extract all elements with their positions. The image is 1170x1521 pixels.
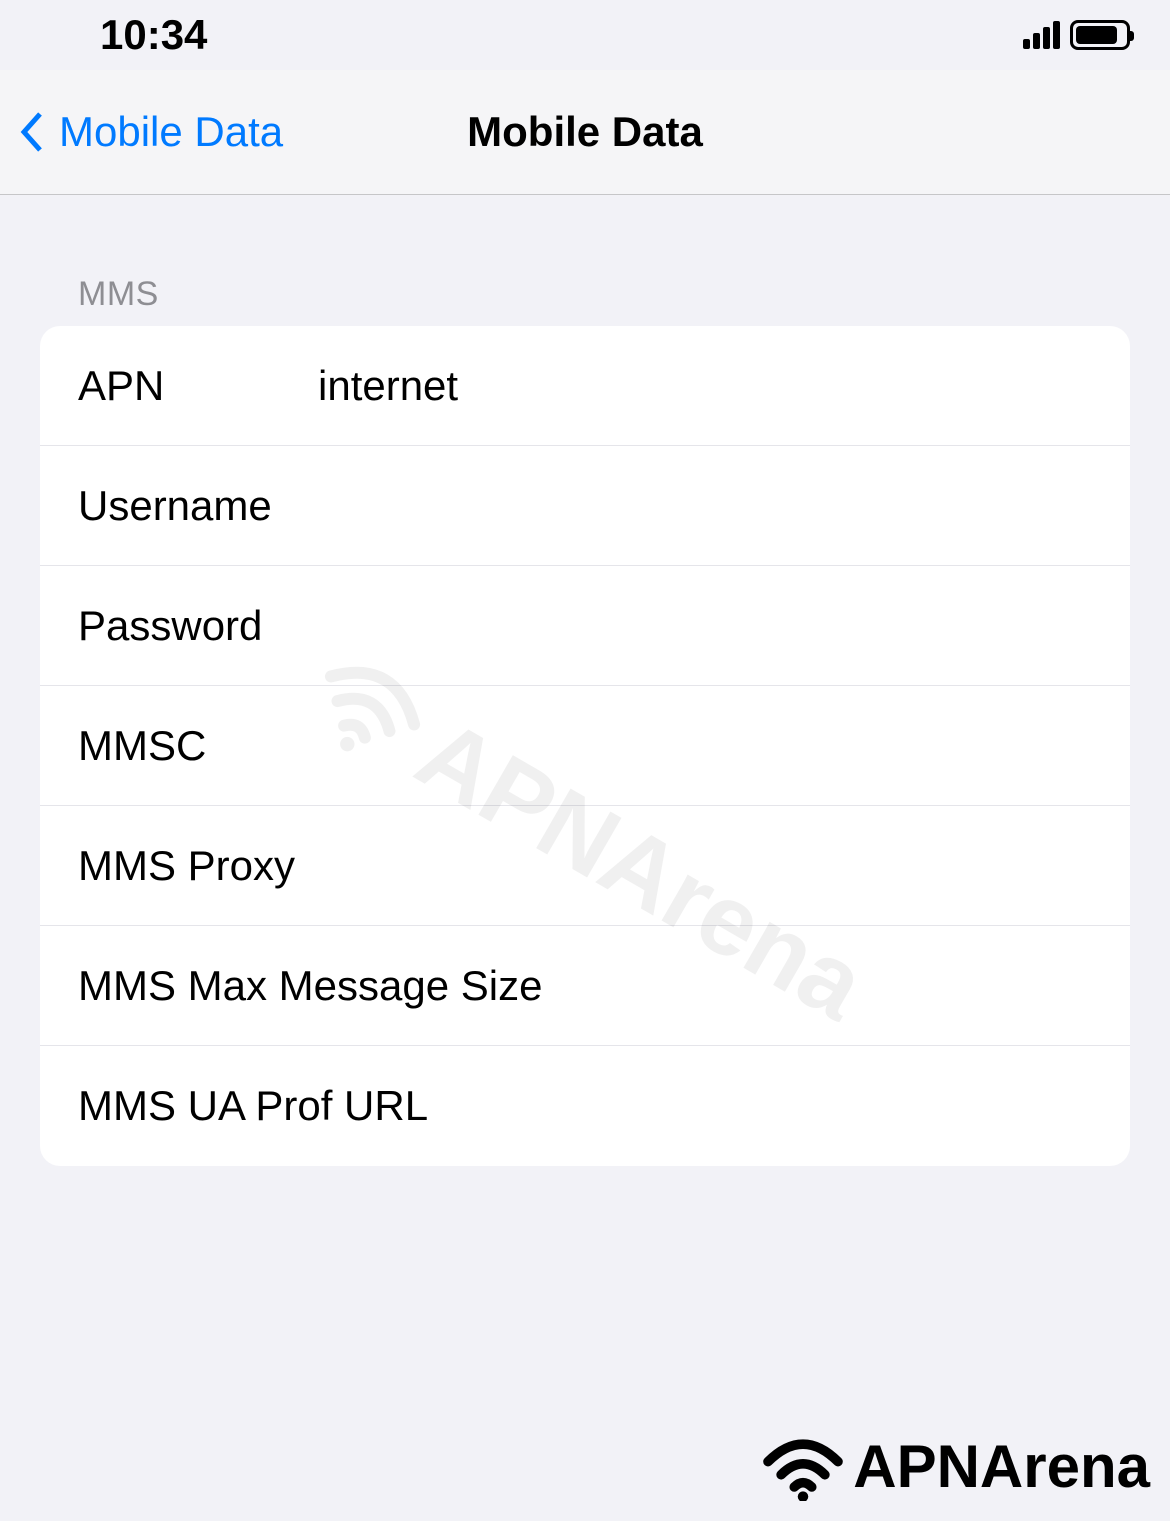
back-button[interactable]: Mobile Data [0,108,283,156]
label-mms-ua-prof: MMS UA Prof URL [78,1082,1092,1130]
cellular-signal-icon [1023,21,1060,49]
status-icons [1023,20,1130,50]
input-mmsc[interactable] [318,722,1092,770]
input-apn[interactable] [318,362,1092,410]
label-mms-max-size: MMS Max Message Size [78,962,1092,1010]
row-username[interactable]: Username [40,446,1130,566]
label-mmsc: MMSC [78,722,318,770]
status-bar: 10:34 [0,0,1170,70]
row-mmsc[interactable]: MMSC [40,686,1130,806]
label-password: Password [78,602,318,650]
row-mms-ua-prof[interactable]: MMS UA Prof URL [40,1046,1130,1166]
label-mms-proxy: MMS Proxy [78,842,318,890]
row-password[interactable]: Password [40,566,1130,686]
page-title: Mobile Data [467,108,703,156]
row-mms-max-size[interactable]: MMS Max Message Size [40,926,1130,1046]
input-mms-proxy[interactable] [318,842,1092,890]
back-label: Mobile Data [59,108,283,156]
battery-icon [1070,20,1130,50]
chevron-left-icon [20,112,44,152]
label-apn: APN [78,362,318,410]
input-username[interactable] [318,482,1092,530]
content-area: MMS APN Username Password MMSC MMS Proxy… [0,195,1170,1166]
settings-group-mms: APN Username Password MMSC MMS Proxy MMS… [40,326,1130,1166]
footer-brand: APNArena [758,1431,1150,1501]
wifi-icon [758,1431,848,1501]
label-username: Username [78,482,318,530]
section-header-mms: MMS [40,275,1130,326]
row-apn[interactable]: APN [40,326,1130,446]
status-time: 10:34 [100,11,207,59]
row-mms-proxy[interactable]: MMS Proxy [40,806,1130,926]
navigation-bar: Mobile Data Mobile Data [0,70,1170,195]
input-password[interactable] [318,602,1092,650]
